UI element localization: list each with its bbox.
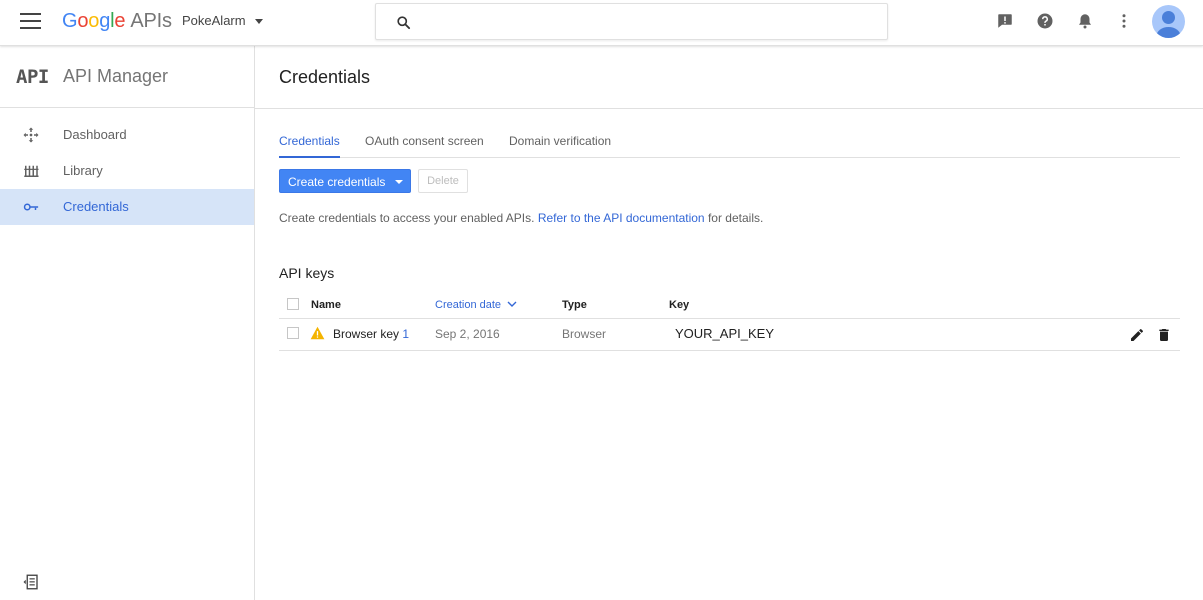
edit-icon[interactable] bbox=[1129, 327, 1145, 343]
delete-button: Delete bbox=[418, 169, 468, 193]
key-type: Browser bbox=[562, 327, 607, 341]
search-bar[interactable] bbox=[375, 3, 888, 40]
select-all-checkbox[interactable] bbox=[287, 298, 299, 310]
dashboard-icon bbox=[23, 127, 39, 143]
project-name: PokeAlarm bbox=[182, 13, 246, 28]
more-vert-icon[interactable] bbox=[1115, 12, 1133, 30]
search-icon[interactable] bbox=[396, 15, 411, 30]
section-title-api-keys: API keys bbox=[279, 265, 335, 281]
column-header-creation-date[interactable]: Creation date bbox=[435, 299, 517, 311]
help-icon[interactable] bbox=[1036, 12, 1054, 30]
tab-bar: Credentials OAuth consent screen Domain … bbox=[279, 128, 1180, 158]
notifications-icon[interactable] bbox=[1076, 12, 1094, 30]
key-icon bbox=[23, 203, 39, 211]
api-key-value: YOUR_API_KEY bbox=[675, 326, 774, 341]
column-header-creation-date-label: Creation date bbox=[435, 299, 502, 311]
brand-suffix: APIs bbox=[130, 10, 172, 32]
api-documentation-link[interactable]: Refer to the API documentation bbox=[538, 211, 705, 225]
main-header: Credentials bbox=[255, 46, 1203, 109]
library-icon bbox=[24, 165, 39, 177]
warning-icon bbox=[310, 326, 325, 340]
top-app-bar: Google APIs PokeAlarm bbox=[0, 0, 1203, 46]
sidebar-item-label: Dashboard bbox=[63, 127, 127, 142]
caret-down-icon bbox=[395, 180, 403, 184]
table-row: Browser key 1 Sep 2, 2016 Browser YOUR_A… bbox=[279, 319, 1180, 351]
tab-oauth-consent-screen[interactable]: OAuth consent screen bbox=[365, 134, 484, 158]
sidebar-item-label: Credentials bbox=[63, 199, 129, 214]
sidebar: API API Manager Dashboard Library Creden… bbox=[0, 46, 255, 600]
sidebar-item-library[interactable]: Library bbox=[0, 153, 254, 189]
sidebar-title: API Manager bbox=[63, 66, 169, 86]
api-mark-icon: API bbox=[16, 66, 49, 88]
create-credentials-button[interactable]: Create credentials bbox=[279, 169, 411, 193]
help-text: Create credentials to access your enable… bbox=[279, 211, 763, 225]
menu-icon[interactable] bbox=[20, 13, 41, 29]
project-selector[interactable]: PokeAlarm bbox=[182, 13, 263, 28]
row-checkbox[interactable] bbox=[287, 327, 299, 339]
sidebar-item-dashboard[interactable]: Dashboard bbox=[0, 117, 254, 153]
sidebar-header: API API Manager bbox=[0, 46, 254, 108]
tab-domain-verification[interactable]: Domain verification bbox=[509, 134, 611, 158]
column-header-key: Key bbox=[669, 299, 690, 311]
sort-chevron-icon bbox=[507, 301, 517, 307]
avatar[interactable] bbox=[1152, 5, 1185, 38]
feedback-icon[interactable] bbox=[996, 12, 1014, 30]
column-header-name: Name bbox=[311, 299, 341, 311]
caret-down-icon bbox=[254, 19, 263, 25]
tab-credentials[interactable]: Credentials bbox=[279, 134, 340, 158]
create-credentials-label: Create credentials bbox=[288, 175, 386, 189]
sidebar-item-credentials[interactable]: Credentials bbox=[0, 189, 254, 225]
help-text-suffix: for details. bbox=[707, 211, 764, 225]
collapse-sidebar-icon[interactable] bbox=[22, 573, 40, 591]
help-text-prefix: Create credentials to access your enable… bbox=[279, 211, 535, 225]
key-name[interactable]: Browser key 1 bbox=[333, 327, 409, 341]
page-title: Credentials bbox=[279, 67, 371, 87]
sidebar-item-label: Library bbox=[63, 163, 103, 178]
account-icon bbox=[1156, 11, 1181, 38]
delete-icon[interactable] bbox=[1156, 327, 1172, 343]
google-apis-logo[interactable]: Google APIs bbox=[62, 10, 172, 33]
column-header-type: Type bbox=[562, 299, 587, 311]
key-creation-date: Sep 2, 2016 bbox=[435, 327, 500, 341]
key-name-label: Browser key bbox=[333, 327, 400, 341]
key-name-suffix-link[interactable]: 1 bbox=[402, 327, 409, 341]
search-input[interactable] bbox=[422, 12, 862, 32]
table-header: Name Creation date Type Key bbox=[279, 294, 1180, 319]
